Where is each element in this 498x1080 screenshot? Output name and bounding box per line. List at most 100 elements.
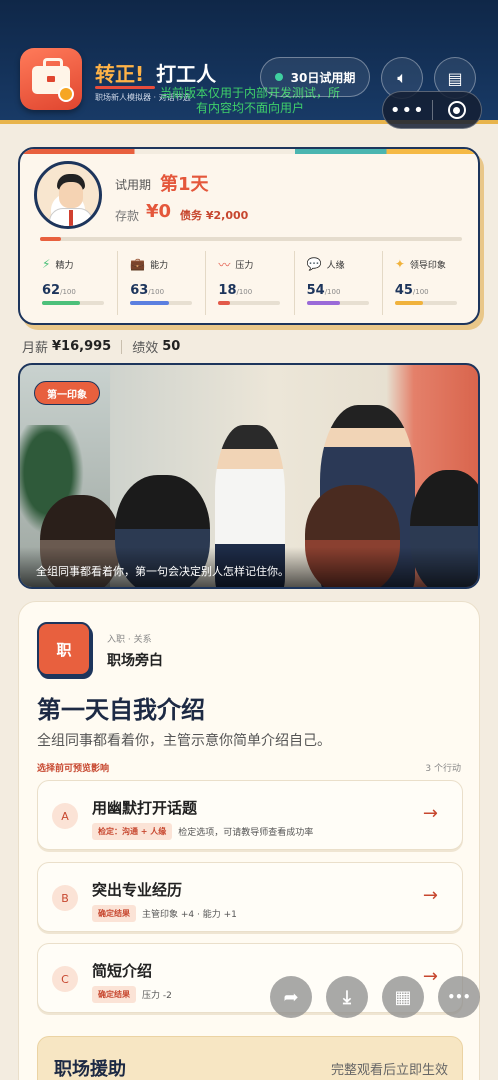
debt-value: 债务 ¥2,000 xyxy=(180,209,249,222)
stat-0: ⚡ 精力 62/100 xyxy=(30,251,117,315)
event-badge: 职 xyxy=(37,622,91,676)
arrow-right-icon: → xyxy=(422,966,438,987)
download-icon: ⤓ xyxy=(343,986,351,1008)
stat-bar xyxy=(218,301,281,305)
stat-value: 18 xyxy=(218,283,237,298)
choice-text: 用幽默打开话题 xyxy=(92,799,198,817)
choice-tag: 检定：沟通 + 人缘 xyxy=(92,823,173,840)
stat-label: 能力 xyxy=(150,260,169,271)
stats-row: ⚡ 精力 62/100 💼 能力 63/100 〰压力 18/100 💬 人缘 54/100 ✦ 领导印… xyxy=(30,251,470,315)
scene-illustration: 第一印象 全组同事都看着你，第一句会决定别人怎样记住你。 xyxy=(18,363,480,589)
day-counter: 第1天 xyxy=(160,174,209,195)
more-button[interactable]: ••• xyxy=(438,976,480,1018)
choice-tag: 确定结果 xyxy=(92,905,136,922)
performance-label: 绩效 xyxy=(132,341,159,356)
scene-tag: 第一印象 xyxy=(34,381,100,405)
stat-max: /100 xyxy=(324,288,341,296)
choice-a[interactable]: A 用幽默打开话题 检定：沟通 + 人缘 检定选项，可请教导师查看成功率 → xyxy=(37,780,463,850)
stat-label: 人缘 xyxy=(326,260,345,271)
salary-value: ¥16,995 xyxy=(52,339,112,354)
choice-text: 突出专业经历 xyxy=(92,881,183,899)
stat-1: 💼 能力 63/100 xyxy=(117,251,205,315)
stat-label: 领导印象 xyxy=(409,260,446,271)
choice-tag: 确定结果 xyxy=(92,986,136,1003)
stat-bar-fill xyxy=(306,301,341,305)
day-progress-bar xyxy=(40,237,462,241)
stat-name: ✦ 领导印象 xyxy=(395,257,462,271)
more-menu-button[interactable]: ••• xyxy=(383,100,432,121)
arrow-right-icon: → xyxy=(422,803,438,824)
miniprogram-capsule: ••• xyxy=(382,91,482,129)
status-dot xyxy=(274,73,283,81)
salary-line: 月薪 ¥16,995 绩效 50 xyxy=(22,337,180,356)
trial-period-pill[interactable]: 30日试用期 xyxy=(260,57,370,97)
stat-2: 〰压力 18/100 xyxy=(205,251,293,315)
stat-bar-fill xyxy=(218,301,230,305)
title-underline xyxy=(95,86,155,89)
briefcase-app-icon xyxy=(20,48,82,110)
choice-letter: B xyxy=(52,885,78,911)
choice-letter: A xyxy=(52,803,78,829)
stat-icon: ⚡ xyxy=(42,257,51,271)
status-card: 试用期 第1天 存款 ¥0 债务 ¥2,000 ⚡ 精力 62/100 💼 能力 63/1… xyxy=(18,147,480,325)
stat-max: /100 xyxy=(60,288,76,296)
stat-value: 62 xyxy=(42,283,61,298)
save-button[interactable]: ⤓ xyxy=(326,976,368,1018)
stat-icon: 💬 xyxy=(306,257,322,271)
event-kicker: 入职 · 关系 xyxy=(107,635,152,645)
title-sub: 打工人 xyxy=(156,62,217,86)
stat-max: /100 xyxy=(148,288,165,296)
event-description: 全组同事都看着你，主管示意你简单介绍自己。 xyxy=(37,733,331,749)
salary-label: 月薪 xyxy=(22,341,49,356)
stat-value: 63 xyxy=(130,283,149,298)
probation-label: 试用期 xyxy=(115,178,152,192)
aid-subtitle: 完整观看后立即生效 xyxy=(330,1063,448,1078)
apps-button[interactable]: ▦ xyxy=(382,976,424,1018)
stat-value-line: 54/100 xyxy=(307,283,374,298)
choice-b[interactable]: B 突出专业经历 确定结果 主管印象 +4 · 能力 +1 → xyxy=(37,862,463,932)
performance-value: 50 xyxy=(162,339,181,354)
workplace-aid-box[interactable]: 职场援助 完整观看后立即生效 xyxy=(37,1036,463,1080)
cash-label: 存款 xyxy=(115,209,140,223)
card-accent-bar xyxy=(20,149,478,154)
stat-bar xyxy=(42,301,104,305)
stat-bar-fill xyxy=(394,301,423,305)
share-button[interactable]: ➦ xyxy=(270,976,312,1018)
stat-bar xyxy=(306,301,369,305)
stat-max: /100 xyxy=(236,288,253,296)
cash-value: ¥0 xyxy=(146,201,172,222)
stat-bar-fill xyxy=(42,301,81,305)
stat-value: 54 xyxy=(306,283,325,298)
stat-bar-fill xyxy=(130,301,170,305)
stat-label: 精力 xyxy=(55,260,74,271)
stat-value-line: 62/100 xyxy=(42,283,109,298)
stat-value-line: 45/100 xyxy=(395,283,462,298)
avatar[interactable] xyxy=(34,161,102,229)
stat-icon: ✦ xyxy=(394,257,405,271)
stat-name: ⚡ 精力 xyxy=(42,257,109,271)
stat-4: ✦ 领导印象 45/100 xyxy=(381,251,470,315)
document-icon: ▤ xyxy=(447,68,463,88)
stat-name: 💼 能力 xyxy=(130,257,197,271)
stat-icon: 〰 xyxy=(218,257,231,272)
event-source: 职场旁白 xyxy=(107,653,163,669)
day-progress-fill xyxy=(40,237,62,241)
stat-bar xyxy=(394,301,457,305)
choice-detail: 压力 -2 xyxy=(142,991,172,1001)
divider xyxy=(121,339,123,354)
stat-name: 💬 人缘 xyxy=(307,257,374,271)
share-icon: ➦ xyxy=(283,986,299,1008)
stat-value-line: 18/100 xyxy=(218,283,285,298)
trial-pill-label: 30日试用期 xyxy=(290,70,356,85)
speaker-icon: 🔈︎ xyxy=(397,68,407,87)
choice-letter: C xyxy=(52,966,78,992)
preview-hint: 选择前可预览影响 xyxy=(37,764,110,774)
stat-icon: 💼 xyxy=(130,257,146,271)
stat-value-line: 63/100 xyxy=(130,283,197,298)
more-icon: ••• xyxy=(447,990,471,1004)
arrow-right-icon: → xyxy=(422,885,438,906)
target-icon xyxy=(447,101,466,119)
grid-icon: ▦ xyxy=(394,986,412,1008)
close-miniprogram-button[interactable] xyxy=(432,101,481,119)
stat-name: 〰压力 xyxy=(218,257,285,272)
